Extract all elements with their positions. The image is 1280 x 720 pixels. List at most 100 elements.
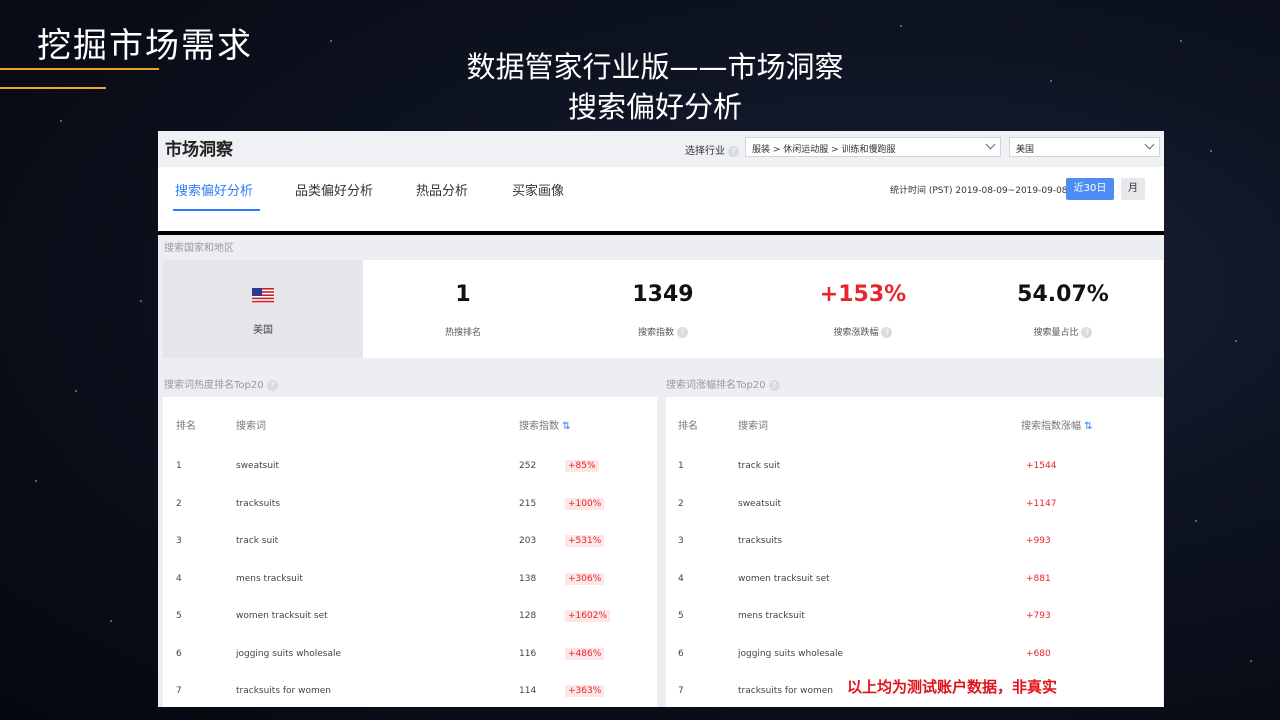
kpi-label-text: 搜索涨跌幅 [833, 328, 879, 338]
rank-cell: 2 [176, 498, 182, 509]
growth-cell: +1147 [1026, 498, 1057, 509]
table-row[interactable]: 3 tracksuits +993 [666, 536, 1163, 573]
industry-label: 选择行业 ? [685, 142, 740, 157]
table-row[interactable]: 7 tracksuits for women 114 +363% [163, 685, 657, 707]
kpi-label-text: 热搜排名 [444, 328, 481, 338]
header-term: 搜索词 [738, 421, 768, 432]
rank-cell: 7 [678, 686, 684, 696]
center-title-line1: 数据管家行业版——市场洞察 [466, 50, 844, 84]
help-icon[interactable]: ? [881, 327, 893, 338]
tab-category-preference[interactable]: 品类偏好分析 [295, 180, 373, 199]
header-rank: 排名 [678, 421, 698, 432]
kpi-value: +153% [819, 282, 907, 307]
change-badge: +100% [565, 497, 605, 510]
rank-cell: 1 [678, 461, 684, 471]
change-badge: +306% [565, 572, 605, 585]
hot-table-title-text: 搜索词热度排名Top20 [164, 380, 264, 391]
hot-table-title: 搜索词热度排名Top20 ? [164, 376, 278, 391]
index-cell: 128 [519, 611, 537, 621]
industry-select-value: 服装 > 休闲运动服 > 训练和慢跑服 [752, 145, 896, 155]
stat-time: 统计时间 (PST) 2019-08-09~2019-09-08 [890, 186, 1068, 196]
term-cell: mens tracksuit [236, 573, 303, 584]
index-cell: 203 [519, 536, 537, 546]
country-stats-row: 美国 1 热搜排名 1349 搜索指数 ? +153% 搜索涨跌幅 ? 54.0… [163, 260, 1163, 358]
kpi-label: 热搜排名 [363, 325, 563, 338]
table-row[interactable]: 4 mens tracksuit 138 +306% [163, 572, 657, 611]
rank-cell: 7 [176, 686, 182, 696]
table-row[interactable]: 5 mens tracksuit +793 [666, 611, 1163, 648]
term-cell: jogging suits wholesale [236, 648, 342, 659]
kpi-label-text: 搜索量占比 [1033, 328, 1079, 338]
table-row[interactable]: 1 sweatsuit 252 +85% [163, 460, 657, 498]
term-cell: sweatsuit [738, 498, 782, 509]
index-cell: 116 [519, 648, 537, 659]
kpi-search-index: 1349 搜索指数 ? [563, 260, 763, 358]
industry-label-text: 选择行业 [685, 146, 725, 157]
table-row[interactable]: 5 women tracksuit set 128 +1602% [163, 610, 657, 648]
change-badge: +363% [565, 685, 605, 697]
kpi-value: 1 [455, 282, 471, 307]
month-button[interactable]: 月 [1121, 178, 1145, 200]
sort-icon[interactable]: ⇅ [1084, 421, 1092, 432]
growth-terms-table: 排名 搜索词 搜索指数涨幅 ⇅ 1 track suit +1544 2 sweatsu… [666, 397, 1163, 707]
rank-cell: 6 [176, 648, 182, 659]
help-icon[interactable]: ? [676, 327, 688, 338]
kpi-label: 搜索量占比 ? [963, 325, 1163, 338]
last-30-days-button[interactable]: 近30日 [1066, 178, 1114, 200]
table-row[interactable]: 4 women tracksuit set +881 [666, 574, 1163, 611]
growth-cell: +1544 [1026, 461, 1057, 471]
kpi-hot-rank: 1 热搜排名 [363, 260, 563, 358]
help-icon[interactable]: ? [1081, 327, 1093, 338]
growth-table-title-text: 搜索词涨幅排名Top20 [666, 380, 766, 391]
country-card[interactable]: 美国 [163, 260, 363, 358]
us-flag-icon [252, 288, 274, 303]
hot-terms-table: 排名 搜索词 搜索指数 ⇅ 1 sweatsuit 252 +85% 2 tracksui… [163, 397, 657, 707]
country-select[interactable]: 美国 [1009, 137, 1160, 157]
term-cell: tracksuits [236, 498, 281, 509]
term-cell: tracksuits for women [738, 686, 833, 696]
rank-cell: 3 [176, 536, 182, 546]
help-icon[interactable]: ? [728, 145, 740, 157]
rank-cell: 5 [678, 611, 684, 621]
table-row[interactable]: 6 jogging suits wholesale 116 +486% [163, 647, 657, 686]
kpi-label: 搜索涨跌幅 ? [763, 325, 963, 338]
change-badge: +1602% [565, 610, 610, 622]
table-row[interactable]: 1 track suit +1544 [666, 461, 1163, 498]
table-row[interactable]: 3 track suit 203 +531% [163, 535, 657, 573]
header-growth[interactable]: 搜索指数涨幅 ⇅ [1021, 417, 1093, 432]
term-cell: tracksuits for women [236, 686, 331, 696]
help-icon[interactable]: ? [768, 379, 780, 391]
rank-cell: 1 [176, 461, 182, 471]
kpi-search-share: 54.07% 搜索量占比 ? [963, 260, 1163, 358]
center-title-line2: 搜索偏好分析 [567, 90, 742, 124]
kpi-value: 54.07% [1017, 282, 1109, 307]
tab-bar: 搜索偏好分析 品类偏好分析 热品分析 买家画像 统计时间 (PST) 2019-… [162, 167, 1160, 213]
rank-cell: 6 [678, 648, 684, 659]
growth-cell: +793 [1026, 611, 1051, 621]
index-cell: 252 [519, 461, 537, 471]
table-row[interactable]: 2 tracksuits 215 +100% [163, 497, 657, 536]
header-index[interactable]: 搜索指数 ⇅ [519, 417, 571, 432]
header-growth-text: 搜索指数涨幅 [1021, 421, 1081, 432]
index-cell: 114 [519, 686, 537, 696]
market-insight-panel: 市场洞察 选择行业 ? 服装 > 休闲运动服 > 训练和慢跑服 美国 搜索偏好分… [158, 131, 1164, 707]
test-data-note: 以上均为测试账户数据，非真实 [847, 678, 1058, 696]
change-badge: +531% [565, 535, 605, 547]
header-index-text: 搜索指数 [519, 421, 559, 432]
industry-select[interactable]: 服装 > 休闲运动服 > 训练和慢跑服 [745, 137, 1001, 157]
rank-cell: 3 [678, 536, 684, 546]
country-name: 美国 [253, 325, 273, 336]
term-cell: jogging suits wholesale [738, 648, 844, 659]
tab-search-preference[interactable]: 搜索偏好分析 [175, 180, 253, 199]
header-term: 搜索词 [236, 421, 266, 432]
change-badge: +486% [565, 647, 605, 660]
rank-cell: 2 [678, 498, 684, 509]
sort-icon[interactable]: ⇅ [562, 421, 570, 432]
tab-hot-products[interactable]: 热品分析 [416, 180, 468, 199]
table-row[interactable]: 2 sweatsuit +1147 [666, 499, 1163, 536]
term-cell: tracksuits [738, 536, 783, 546]
chevron-down-icon [1144, 139, 1155, 150]
term-cell: sweatsuit [236, 461, 280, 471]
help-icon[interactable]: ? [266, 379, 278, 391]
tab-buyer-profile[interactable]: 买家画像 [512, 180, 564, 199]
